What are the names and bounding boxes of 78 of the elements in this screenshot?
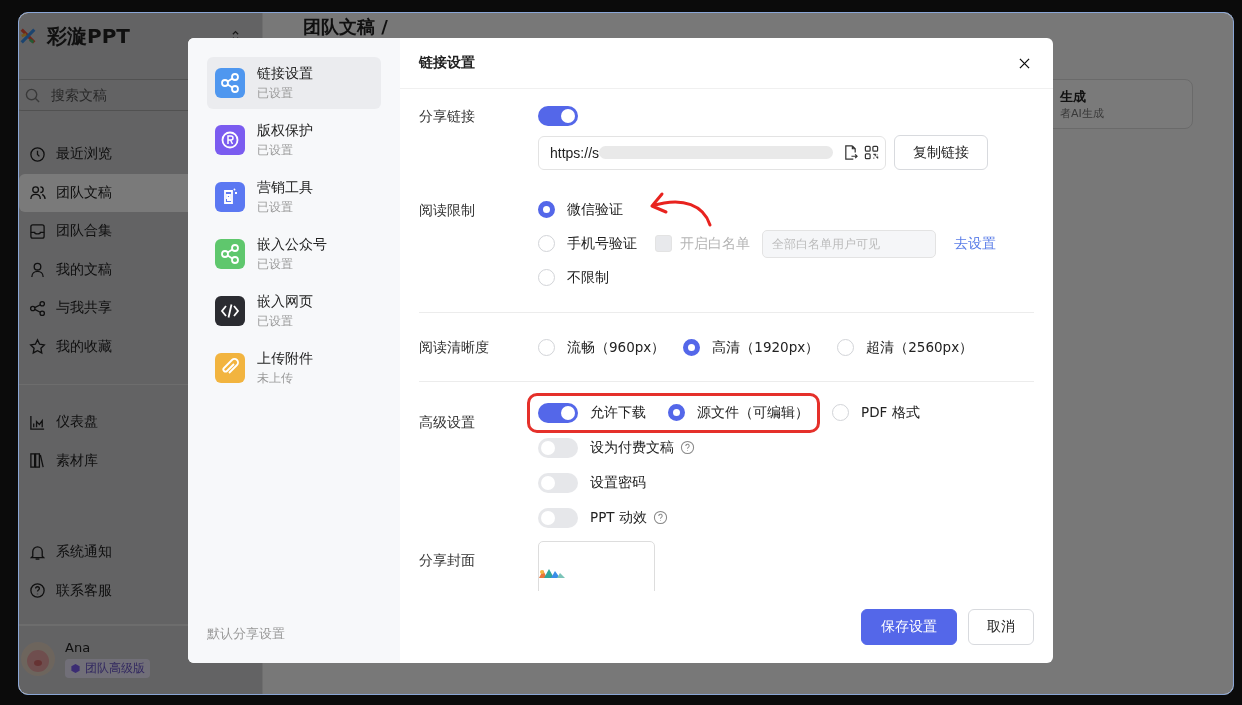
copy-link-button[interactable]: 复制链接 bbox=[894, 135, 988, 170]
person-icon bbox=[29, 261, 46, 279]
help-icon[interactable] bbox=[652, 510, 668, 525]
card-title: 生成 bbox=[1060, 87, 1087, 106]
chart-icon bbox=[29, 413, 46, 431]
settings-menu-item[interactable]: 链接设置 已设置 bbox=[207, 57, 381, 109]
radio-button[interactable] bbox=[538, 201, 555, 218]
setting-toggle[interactable] bbox=[538, 507, 578, 528]
help-icon[interactable] bbox=[680, 440, 695, 455]
option-label: 源文件（可编辑） bbox=[697, 403, 809, 422]
settings-menu-item[interactable]: 上传附件 未上传 bbox=[207, 342, 381, 394]
menu-status: 已设置 bbox=[257, 255, 294, 273]
logo-icon bbox=[19, 27, 37, 45]
download-toggle[interactable] bbox=[538, 402, 578, 423]
menu-label: 嵌入网页 bbox=[257, 292, 313, 311]
dialog-title: 链接设置 bbox=[419, 54, 475, 72]
whitelist-label: 开启白名单 bbox=[680, 234, 750, 253]
option-label: 超清（2560px） bbox=[866, 338, 974, 357]
plan-badge: 团队高级版 bbox=[65, 659, 150, 678]
nav-item[interactable]: 系统通知 bbox=[19, 533, 262, 572]
option-label: 允许下载 bbox=[590, 403, 646, 422]
cover-thumbnail[interactable] bbox=[538, 541, 655, 591]
card-subtitle: 者AI生成 bbox=[1060, 105, 1105, 121]
option-label: 设置密码 bbox=[590, 473, 646, 492]
radio-button[interactable] bbox=[683, 339, 701, 356]
menu-label: 上传附件 bbox=[257, 349, 313, 368]
option-label: 高清（1920px） bbox=[712, 338, 820, 357]
field-label: 分享链接 bbox=[419, 107, 476, 126]
star-icon bbox=[29, 338, 46, 356]
nav-item[interactable]: 联系客服 bbox=[19, 571, 262, 610]
option-label: PDF 格式 bbox=[861, 403, 920, 422]
inbox-icon bbox=[29, 222, 46, 240]
settings-menu-item[interactable]: 版权保护 已设置 bbox=[207, 114, 381, 166]
nav-item[interactable]: 仪表盘 bbox=[19, 403, 262, 442]
field-label: 阅读清晰度 bbox=[419, 338, 490, 357]
clock-icon bbox=[29, 145, 46, 163]
qr-code-icon[interactable] bbox=[864, 145, 879, 160]
cube-icon bbox=[70, 663, 81, 674]
menu-label: 版权保护 bbox=[257, 121, 313, 140]
cancel-button[interactable]: 取消 bbox=[968, 609, 1034, 645]
link-field[interactable]: https://s bbox=[538, 135, 886, 170]
setting-toggle[interactable] bbox=[538, 472, 578, 493]
option-label: 流畅（960px） bbox=[567, 338, 666, 357]
default-share-settings[interactable]: 默认分享设置 bbox=[207, 625, 285, 643]
option-label: 设为付费文稿 bbox=[590, 438, 674, 457]
brand-name: 彩漩PPT bbox=[47, 22, 131, 50]
option-label: 手机号验证 bbox=[567, 234, 637, 253]
people-icon bbox=[29, 184, 46, 202]
breadcrumb: 团队文稿 / bbox=[303, 17, 389, 37]
books-icon bbox=[29, 452, 46, 470]
menu-label: 嵌入公众号 bbox=[257, 235, 327, 254]
search-icon bbox=[25, 88, 40, 103]
field-label: 分享封面 bbox=[419, 551, 476, 570]
menu-status: 已设置 bbox=[257, 84, 294, 102]
settings-link[interactable]: 去设置 bbox=[954, 234, 996, 253]
help-icon bbox=[29, 582, 46, 600]
close-icon[interactable] bbox=[1019, 57, 1030, 69]
avatar[interactable] bbox=[21, 642, 55, 676]
option-label: 不限制 bbox=[567, 268, 609, 287]
bell-icon bbox=[29, 543, 46, 561]
nav-item[interactable]: 素材库 bbox=[19, 441, 262, 480]
settings-menu-item[interactable]: 嵌入网页 已设置 bbox=[207, 285, 381, 337]
field-label: 高级设置 bbox=[419, 413, 476, 432]
option-label: PPT 动效 bbox=[590, 508, 647, 527]
option-label: 微信验证 bbox=[567, 200, 623, 219]
radio-button[interactable] bbox=[668, 404, 685, 421]
setting-toggle[interactable] bbox=[538, 437, 578, 458]
menu-status: 已设置 bbox=[257, 312, 294, 330]
menu-label: 链接设置 bbox=[257, 64, 313, 83]
menu-status: 未上传 bbox=[257, 369, 294, 387]
settings-menu-item[interactable]: 嵌入公众号 已设置 bbox=[207, 228, 381, 280]
file-export-icon[interactable] bbox=[843, 145, 858, 160]
field-label: 阅读限制 bbox=[419, 201, 476, 220]
share-icon bbox=[29, 299, 46, 317]
save-button[interactable]: 保存设置 bbox=[861, 609, 957, 645]
share-toggle[interactable] bbox=[538, 106, 578, 126]
menu-status: 已设置 bbox=[257, 141, 294, 159]
user-name: Ana bbox=[65, 640, 92, 655]
